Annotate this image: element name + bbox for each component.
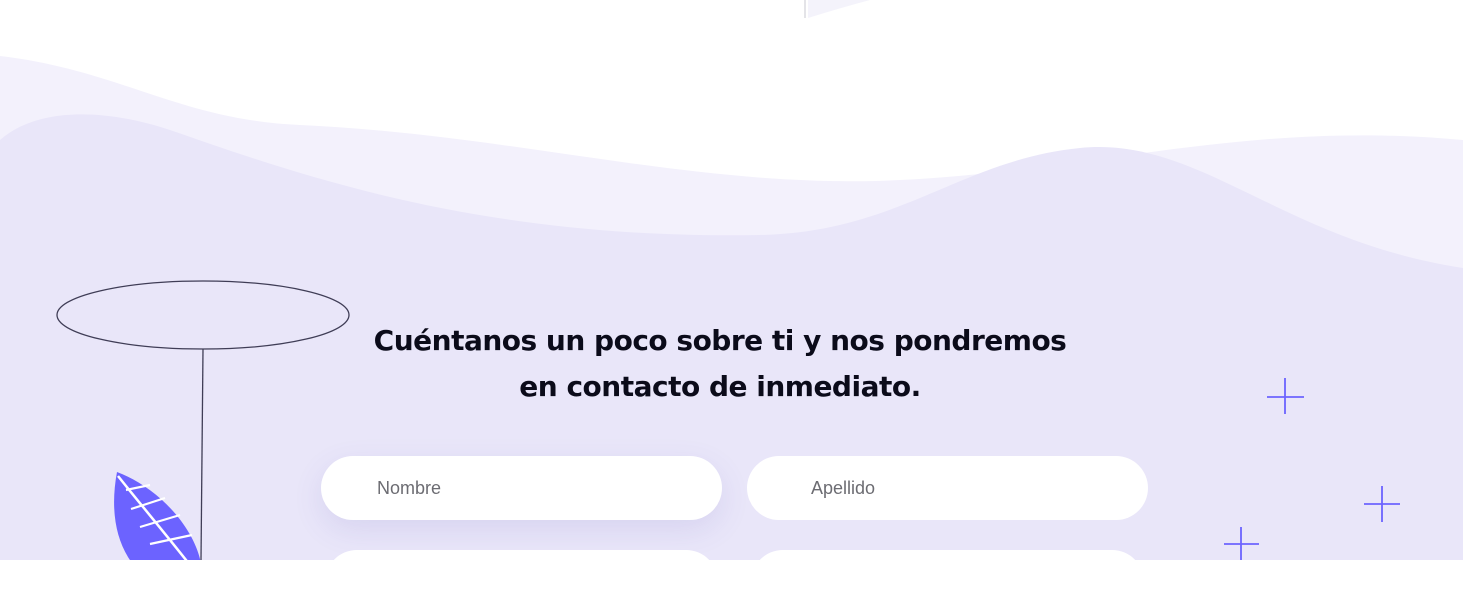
contact-heading: Cuéntanos un poco sobre ti y nos pondrem… — [350, 318, 1090, 410]
last-name-input[interactable] — [747, 456, 1148, 520]
contact-heading-line2: en contacto de inmediato. — [519, 370, 921, 403]
background-illustration — [0, 0, 1463, 560]
first-name-input[interactable] — [321, 456, 722, 520]
top-corner-shape — [808, 0, 870, 18]
contact-heading-line1: Cuéntanos un poco sobre ti y nos pondrem… — [373, 324, 1067, 357]
